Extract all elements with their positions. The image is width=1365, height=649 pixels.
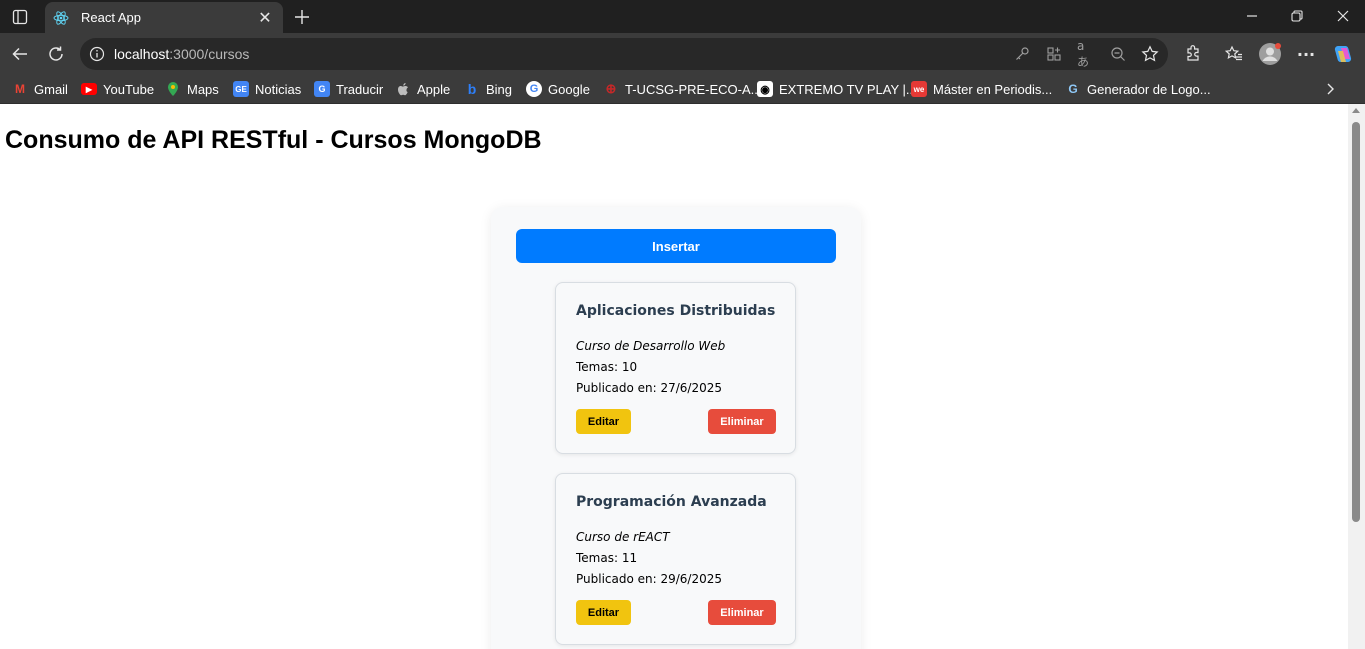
- translate-icon: G: [314, 81, 330, 97]
- favorite-star-icon[interactable]: [1141, 45, 1159, 63]
- bookmark-news[interactable]: GE Noticias: [233, 80, 301, 98]
- master-icon: we: [911, 81, 927, 97]
- bookmark-apple[interactable]: Apple: [395, 80, 450, 98]
- profile-avatar-icon[interactable]: [1258, 42, 1282, 66]
- course-card: Programación Avanzada Curso de rEACT Tem…: [555, 473, 796, 645]
- copilot-icon[interactable]: [1331, 42, 1355, 66]
- course-published-date: Publicado en: 27/6/2025: [576, 381, 723, 395]
- page-scrollbar[interactable]: [1348, 104, 1365, 649]
- bing-icon: b: [467, 81, 477, 97]
- extensions-icon[interactable]: [1181, 42, 1205, 66]
- app-available-icon[interactable]: [1045, 45, 1063, 63]
- course-title: Programación Avanzada: [576, 494, 767, 510]
- extremo-tv-icon: ◉: [757, 81, 773, 97]
- course-topics: Temas: 10: [576, 360, 638, 374]
- course-title: Aplicaciones Distribuidas: [576, 303, 776, 319]
- ucsg-icon: ⊕: [605, 81, 617, 96]
- react-icon: [53, 10, 69, 26]
- scroll-up-icon[interactable]: [1352, 108, 1360, 113]
- address-bar[interactable]: localhost:3000/cursos aあ: [80, 38, 1168, 70]
- edit-button[interactable]: Editar: [576, 600, 631, 625]
- page-title: Consumo de API RESTful - Cursos MongoDB: [5, 126, 542, 154]
- edit-button[interactable]: Editar: [576, 409, 631, 434]
- bookmark-extremo-tv[interactable]: ◉ EXTREMO TV PLAY |...: [757, 80, 917, 98]
- close-window-icon[interactable]: [1330, 4, 1356, 28]
- scroll-thumb[interactable]: [1352, 122, 1360, 522]
- courses-panel: Insertar Aplicaciones Distribuidas Curso…: [491, 207, 861, 649]
- course-card: Aplicaciones Distribuidas Curso de Desar…: [555, 282, 796, 454]
- browser-toolbar: localhost:3000/cursos aあ ···: [0, 33, 1365, 75]
- tab-actions-icon[interactable]: [8, 6, 32, 28]
- google-icon: G: [526, 81, 542, 97]
- back-icon[interactable]: [8, 42, 32, 66]
- bookmark-logo-generator[interactable]: G Generador de Logo...: [1065, 80, 1210, 98]
- apple-icon: [395, 81, 411, 97]
- bookmark-translate[interactable]: G Traducir: [314, 80, 383, 98]
- bookmark-google[interactable]: G Google: [526, 80, 590, 98]
- insert-button[interactable]: Insertar: [516, 229, 836, 263]
- bookmark-youtube[interactable]: ▶ YouTube: [81, 80, 154, 98]
- close-tab-icon[interactable]: ✕: [255, 8, 275, 28]
- course-published-date: Publicado en: 29/6/2025: [576, 572, 723, 586]
- zoom-icon[interactable]: [1109, 45, 1127, 63]
- course-description: Curso de Desarrollo Web: [576, 339, 726, 353]
- chevron-right-icon[interactable]: [1321, 80, 1339, 98]
- new-tab-icon[interactable]: [290, 5, 314, 29]
- logo-generator-icon: G: [1068, 82, 1078, 96]
- reload-icon[interactable]: [44, 42, 68, 66]
- bookmarks-bar: M Gmail ▶ YouTube Maps GE Noticias G Tra…: [0, 75, 1365, 104]
- minimize-icon[interactable]: [1239, 4, 1265, 28]
- active-tab[interactable]: React App ✕: [45, 2, 283, 33]
- read-aloud-icon[interactable]: aあ: [1077, 39, 1095, 69]
- delete-button[interactable]: Eliminar: [708, 409, 776, 434]
- news-icon: GE: [233, 81, 249, 97]
- delete-button[interactable]: Eliminar: [708, 600, 776, 625]
- bookmark-bing[interactable]: b Bing: [464, 80, 512, 98]
- youtube-icon: ▶: [81, 83, 97, 95]
- gmail-icon: M: [15, 82, 25, 96]
- restore-icon[interactable]: [1284, 4, 1310, 28]
- course-description: Curso de rEACT: [576, 530, 670, 544]
- bookmark-gmail[interactable]: M Gmail: [12, 80, 68, 98]
- site-info-icon[interactable]: [89, 46, 105, 62]
- maps-icon: [165, 81, 181, 97]
- key-icon[interactable]: [1013, 45, 1031, 63]
- course-topics: Temas: 11: [576, 551, 638, 565]
- favorites-icon[interactable]: [1222, 42, 1246, 66]
- page-viewport: Consumo de API RESTful - Cursos MongoDB …: [0, 104, 1348, 649]
- bookmark-master[interactable]: we Máster en Periodis...: [911, 80, 1052, 98]
- url-text: localhost:3000/cursos: [114, 46, 250, 62]
- bookmark-maps[interactable]: Maps: [165, 80, 219, 98]
- more-options-icon[interactable]: ···: [1294, 42, 1318, 66]
- tab-title: React App: [81, 10, 141, 25]
- bookmark-ucsg[interactable]: ⊕ T-UCSG-PRE-ECO-A...: [603, 80, 762, 98]
- tab-strip: React App ✕: [0, 0, 1365, 33]
